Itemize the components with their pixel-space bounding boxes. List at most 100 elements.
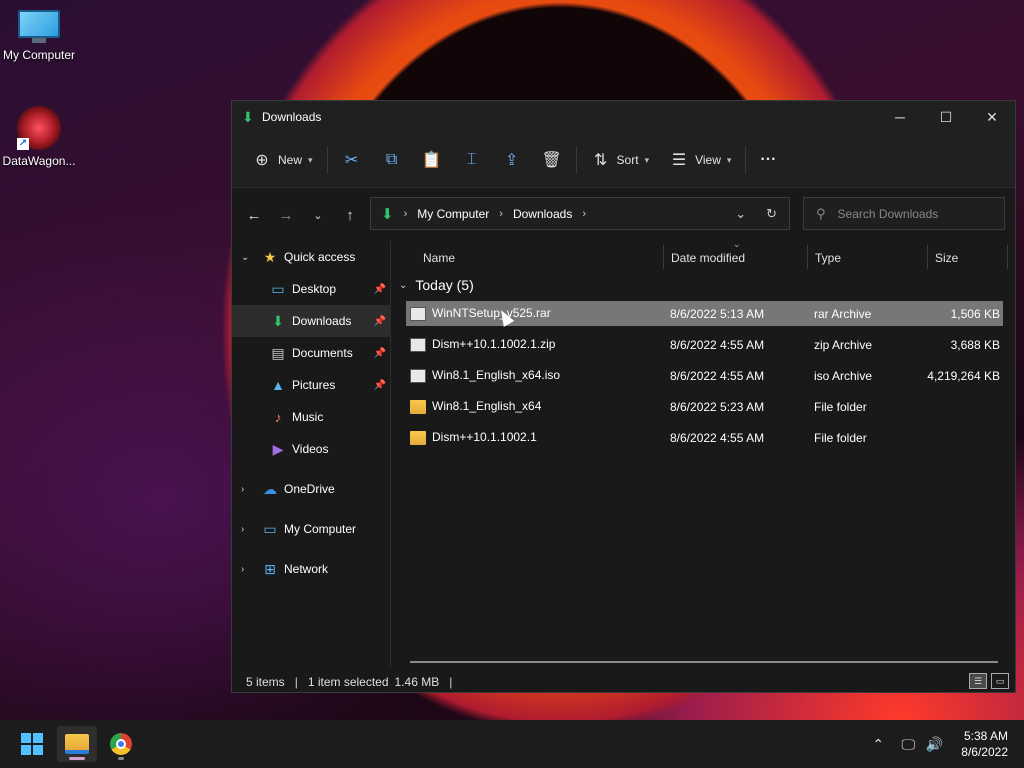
share-icon: ⇪ xyxy=(504,152,519,169)
cut-button[interactable]: ✂ xyxy=(332,143,372,177)
details-view-icon[interactable]: ☰ xyxy=(969,673,987,689)
sidebar-item-quick-access[interactable]: ⌄ ★ Quick access xyxy=(232,241,390,273)
sidebar-item-label: Quick access xyxy=(284,250,356,264)
new-label: New xyxy=(278,153,303,167)
system-tray: ⌃ 🖵 🔊 5:38 AM 8/6/2022 xyxy=(865,720,1024,768)
recent-locations-chevron-icon[interactable]: ⌄ xyxy=(302,209,334,222)
sidebar-item-my-computer[interactable]: › ▭ My Computer xyxy=(232,513,390,545)
chevron-right-icon: › xyxy=(582,207,586,220)
paste-button[interactable]: 📋 xyxy=(412,143,452,177)
back-arrow-icon[interactable]: ← xyxy=(238,207,270,224)
taskbar-chrome[interactable] xyxy=(101,726,141,762)
start-button[interactable] xyxy=(12,726,52,762)
search-icon: ⚲ xyxy=(816,205,826,221)
address-bar[interactable]: ⬇ › My Computer › Downloads › ⌄ ↻ xyxy=(370,197,790,230)
maximize-button[interactable]: ☐ xyxy=(923,101,969,133)
file-type-cell: rar Archive xyxy=(814,306,872,321)
delete-button[interactable]: 🗑 xyxy=(532,143,572,177)
sidebar-item-pictures[interactable]: ▲ Pictures 📌 xyxy=(232,369,390,401)
chevron-right-icon[interactable]: › xyxy=(241,484,244,495)
view-toggle: ☰ ▭ xyxy=(969,673,1009,689)
minimize-button[interactable]: ─ xyxy=(877,101,923,133)
file-name-cell: Win8.1_English_x64 xyxy=(410,399,541,414)
tiles-view-icon[interactable]: ▭ xyxy=(991,673,1009,689)
more-options-button[interactable]: ··· xyxy=(750,143,786,177)
group-label: Today (5) xyxy=(415,277,474,293)
forward-arrow-icon[interactable]: → xyxy=(270,207,302,224)
group-header-today[interactable]: ⌄ Today (5) xyxy=(399,277,474,293)
status-bar: 5 items | 1 item selected 1.46 MB | xyxy=(232,671,1015,693)
computer-icon: ▭ xyxy=(263,520,277,537)
column-header-name[interactable]: Name xyxy=(423,251,455,265)
star-icon: ★ xyxy=(263,248,277,265)
desktop-icon-datawagon[interactable]: ↗ DataWagon... xyxy=(1,106,77,168)
address-history-chevron-icon[interactable]: ⌄ xyxy=(735,206,746,222)
title-bar[interactable]: ⬇ Downloads ─ ☐ ✕ xyxy=(232,101,1015,133)
archive-icon xyxy=(410,368,426,383)
copy-button[interactable]: ⧉ xyxy=(372,143,412,177)
desktop-icon-label: My Computer xyxy=(2,48,76,62)
sidebar-item-network[interactable]: › ⊞ Network xyxy=(232,553,390,585)
search-box[interactable]: ⚲ Search Downloads xyxy=(803,197,1005,230)
chevron-down-icon[interactable]: ⌄ xyxy=(399,280,407,291)
folder-icon xyxy=(65,734,89,754)
status-divider: | xyxy=(294,675,298,689)
sort-arrows-icon: ⇅ xyxy=(593,152,608,169)
folder-icon xyxy=(410,430,426,445)
file-name-cell: Dism++10.1.1002.1 xyxy=(410,430,537,445)
horizontal-scrollbar[interactable] xyxy=(410,661,998,663)
sidebar-item-onedrive[interactable]: › ☁ OneDrive xyxy=(232,473,390,505)
chevron-right-icon[interactable]: › xyxy=(241,564,244,575)
chevron-down-icon: ▾ xyxy=(308,154,313,165)
sidebar-item-videos[interactable]: ▶ Videos xyxy=(232,433,390,465)
rename-button[interactable]: ⌶ xyxy=(452,143,492,177)
breadcrumb-item[interactable]: My Computer xyxy=(417,207,489,221)
network-icon[interactable]: 🖵 xyxy=(895,736,921,753)
column-divider[interactable] xyxy=(927,245,928,269)
new-button[interactable]: ⊕ New ▾ xyxy=(242,143,323,177)
column-header-size[interactable]: Size xyxy=(935,251,958,265)
chevron-right-icon[interactable]: › xyxy=(241,524,244,535)
taskbar-file-explorer[interactable] xyxy=(57,726,97,762)
pin-icon: 📌 xyxy=(373,315,386,327)
window-title: Downloads xyxy=(262,110,322,124)
chevron-up-icon[interactable]: ⌃ xyxy=(865,736,891,753)
sort-button[interactable]: ⇅ Sort ▾ xyxy=(581,143,660,177)
sidebar-item-label: Music xyxy=(292,410,324,424)
column-header-date[interactable]: Date modified xyxy=(671,251,745,265)
table-row[interactable]: Win8.1_English_x64 8/6/2022 5:23 AM File f… xyxy=(406,394,1003,419)
sort-indicator-icon: ⌄ xyxy=(733,239,741,249)
trash-icon: 🗑 xyxy=(541,152,562,169)
sidebar-item-downloads[interactable]: ⬇ Downloads 📌 xyxy=(232,305,390,337)
close-button[interactable]: ✕ xyxy=(969,101,1015,133)
table-row[interactable]: Dism++10.1.1002.1 8/6/2022 4:55 AM File fo… xyxy=(406,425,1003,450)
sidebar-item-label: Downloads xyxy=(292,314,352,328)
column-divider[interactable] xyxy=(1007,245,1008,269)
download-icon: ⬇ xyxy=(242,108,254,125)
volume-icon[interactable]: 🔊 xyxy=(921,736,947,753)
column-divider[interactable] xyxy=(663,245,664,269)
view-button[interactable]: ☰ View ▾ xyxy=(659,143,741,177)
folder-icon xyxy=(410,399,426,414)
column-header-row: Name Date modified ⌄ Type Size xyxy=(391,239,1015,274)
clock[interactable]: 5:38 AM 8/6/2022 xyxy=(961,728,1008,760)
rename-icon: ⌶ xyxy=(466,151,477,168)
file-name: Dism++10.1.1002.1 xyxy=(432,430,537,445)
cloud-icon: ☁ xyxy=(263,480,277,497)
desktop-icon-my-computer[interactable]: My Computer xyxy=(1,10,77,62)
table-row[interactable]: Win8.1_English_x64.iso 8/6/2022 4:55 AM is… xyxy=(406,363,1003,388)
chevron-down-icon[interactable]: ⌄ xyxy=(241,252,249,263)
column-header-type[interactable]: Type xyxy=(815,251,841,265)
share-button[interactable]: ⇪ xyxy=(492,143,532,177)
column-divider[interactable] xyxy=(807,245,808,269)
breadcrumb-item[interactable]: Downloads xyxy=(513,207,572,221)
file-size-cell: 1,506 KB xyxy=(950,306,1000,321)
table-row[interactable]: Dism++10.1.1002.1.zip 8/6/2022 4:55 AM zip… xyxy=(406,332,1003,357)
sidebar-item-documents[interactable]: ▤ Documents 📌 xyxy=(232,337,390,369)
file-type-cell: zip Archive xyxy=(814,337,873,352)
sidebar-item-music[interactable]: ♪ Music xyxy=(232,401,390,433)
refresh-icon[interactable]: ↻ xyxy=(766,206,777,222)
sidebar-item-desktop[interactable]: ▭ Desktop 📌 xyxy=(232,273,390,305)
toolbar-divider xyxy=(745,146,747,174)
up-arrow-icon[interactable]: ↑ xyxy=(334,207,366,224)
